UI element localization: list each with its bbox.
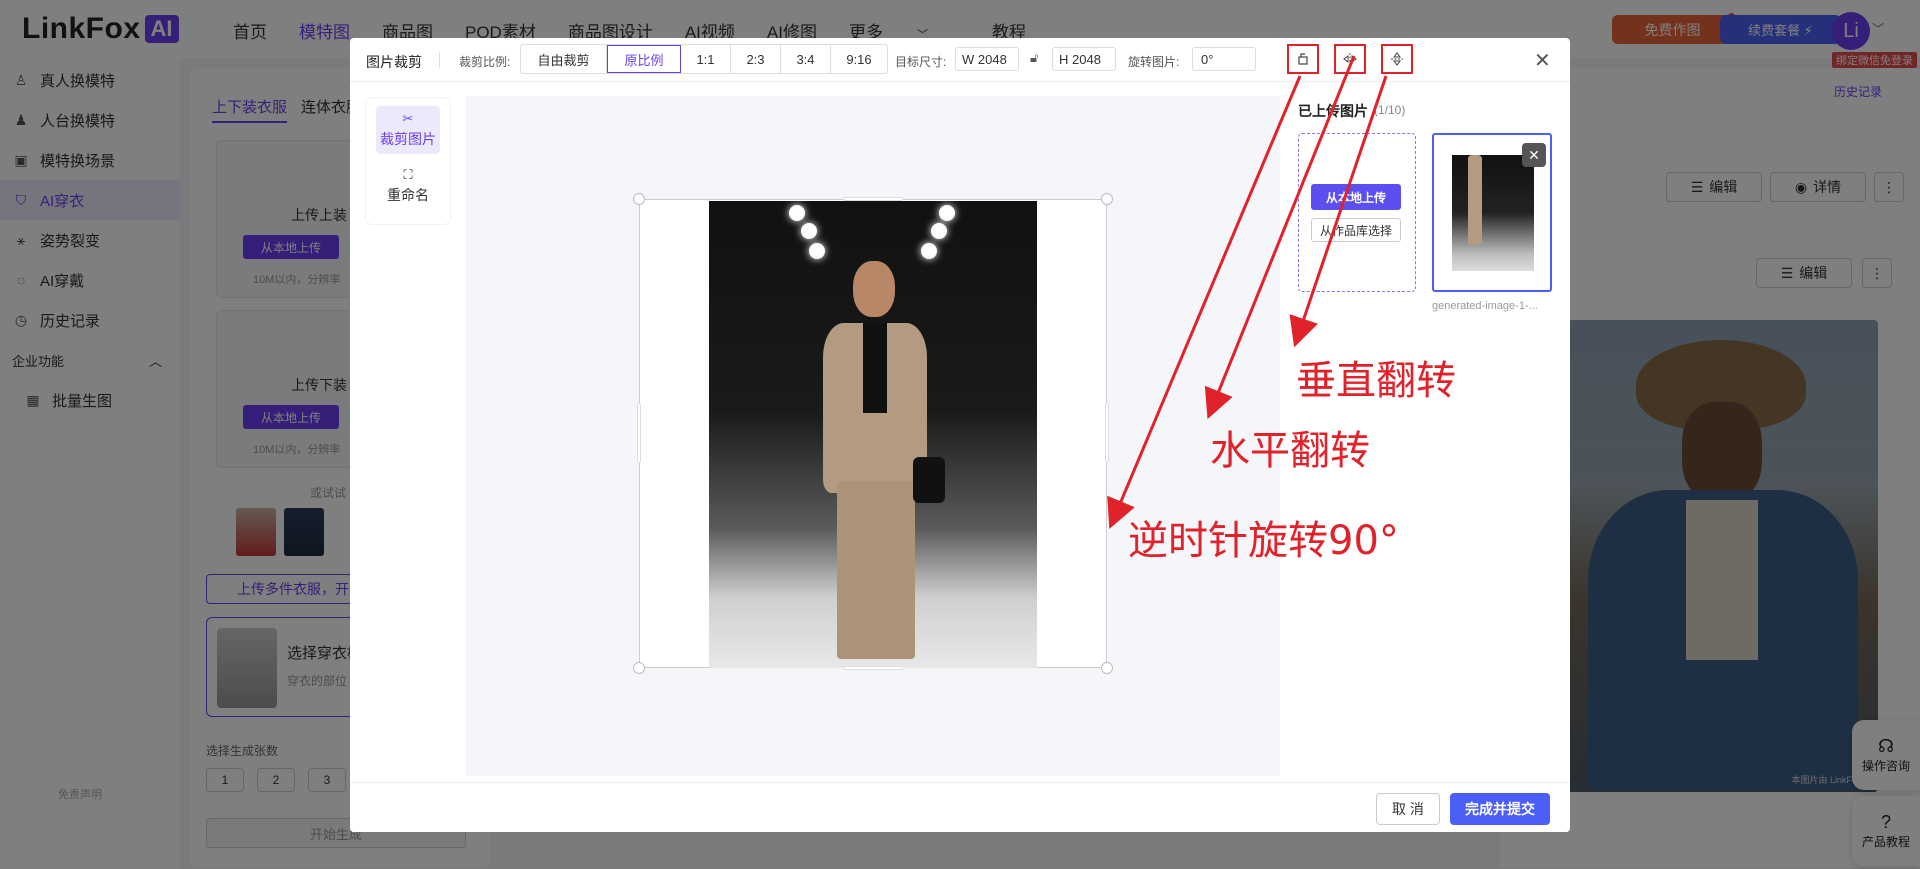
tool-rename[interactable]: ⛶ 重命名 <box>376 162 440 210</box>
close-icon[interactable]: ✕ <box>1522 143 1546 167</box>
crop-image[interactable] <box>709 201 1037 668</box>
stage-light <box>801 223 817 239</box>
annotation-rotate-ccw: 逆时针旋转90° <box>1128 518 1399 564</box>
scissors-icon: ✂ <box>402 111 414 126</box>
stage-light <box>921 243 937 259</box>
ratio-free[interactable]: 自由裁剪 <box>521 45 607 73</box>
annotation-horizontal-flip: 水平翻转 <box>1210 428 1370 474</box>
crop-handle-tl[interactable] <box>633 193 645 205</box>
head <box>853 261 895 317</box>
rename-icon: ⛶ <box>403 167 413 182</box>
submit-button[interactable]: 完成并提交 <box>1450 793 1550 825</box>
crop-handle-br[interactable] <box>1101 662 1113 674</box>
ratio-1-1[interactable]: 1:1 <box>681 45 731 73</box>
stage-light <box>809 243 825 259</box>
model-figure <box>823 257 945 661</box>
ratio-group: 自由裁剪 原比例 1:1 2:3 3:4 9:16 <box>520 44 888 74</box>
crop-edge-bottom[interactable] <box>843 666 903 670</box>
uploaded-count: (1/10) <box>1374 103 1406 117</box>
rotate-label: 旋转图片: <box>1128 55 1180 69</box>
flip-vertical-icon <box>1391 52 1403 66</box>
ratio-3-4[interactable]: 3:4 <box>781 45 831 73</box>
divider <box>439 52 440 68</box>
target-size-label: 目标尺寸: <box>895 55 947 69</box>
thumbnail-figure <box>1468 155 1482 245</box>
ratio-9-16[interactable]: 9:16 <box>831 45 887 73</box>
height-input[interactable]: H 2048 <box>1052 47 1116 71</box>
thumbnail-image <box>1452 155 1534 271</box>
crop-handle-tr[interactable] <box>1101 193 1113 205</box>
flip-horizontal-icon <box>1343 53 1357 65</box>
uploaded-title: 已上传图片 <box>1298 103 1368 119</box>
flip-horizontal-button[interactable] <box>1334 44 1366 74</box>
cancel-button[interactable]: 取 消 <box>1376 793 1440 825</box>
lock-icon[interactable]: 🔓︎ <box>1030 50 1038 66</box>
rotate-ccw-icon <box>1298 53 1308 65</box>
flip-vertical-button[interactable] <box>1381 44 1413 74</box>
upload-dropzone[interactable] <box>1298 133 1416 292</box>
crop-edge-left[interactable] <box>637 403 641 463</box>
library-select-button[interactable]: 从作品库选择 <box>1311 218 1401 242</box>
tool-panel: ✂ 裁剪图片 ⛶ 重命名 <box>366 98 450 224</box>
crop-edge-top[interactable] <box>843 197 903 201</box>
close-icon[interactable]: ✕ <box>1534 48 1551 73</box>
rotate-ccw-button[interactable] <box>1287 44 1319 74</box>
crop-toolbar: 图片裁剪 裁剪比例: 自由裁剪 原比例 1:1 2:3 3:4 9:16 目标尺… <box>350 38 1570 82</box>
tool-rename-label: 重命名 <box>387 187 429 203</box>
turtleneck <box>863 323 887 413</box>
stage-light <box>931 223 947 239</box>
annotation-vertical-flip: 垂直翻转 <box>1296 358 1456 404</box>
tool-crop-label: 裁剪图片 <box>380 131 436 147</box>
modal-title: 图片裁剪 <box>366 54 422 70</box>
ratio-label: 裁剪比例: <box>459 55 511 69</box>
crop-edge-right[interactable] <box>1105 403 1109 463</box>
tool-crop[interactable]: ✂ 裁剪图片 <box>376 106 440 154</box>
handbag <box>913 457 945 503</box>
width-input[interactable]: W 2048 <box>955 47 1019 71</box>
ratio-original[interactable]: 原比例 <box>607 45 681 73</box>
stage-light <box>939 205 955 221</box>
trousers <box>837 481 915 659</box>
ratio-2-3[interactable]: 2:3 <box>731 45 781 73</box>
stage-light <box>789 205 805 221</box>
crop-handle-bl[interactable] <box>633 662 645 674</box>
rotate-input[interactable]: 0° <box>1192 47 1256 71</box>
uploaded-file-name: generated-image-1-... <box>1432 300 1538 312</box>
local-upload-button[interactable]: 从本地上传 <box>1311 184 1401 210</box>
